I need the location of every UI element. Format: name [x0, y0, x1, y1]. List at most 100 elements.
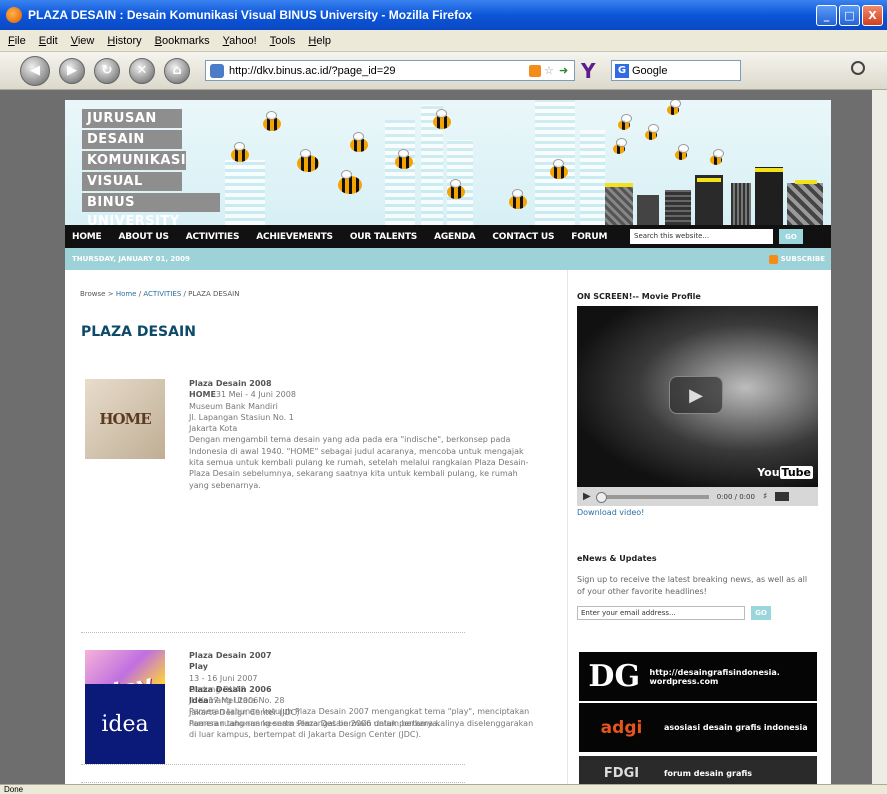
- volume-icon[interactable]: ♯: [763, 492, 767, 502]
- title-bar: PLAZA DESAIN : Desain Komunikasi Visual …: [0, 0, 887, 30]
- department-logo[interactable]: JURUSAN DESAIN KOMUNIKASI VISUAL BINUS U…: [82, 109, 220, 225]
- menu-tools[interactable]: Tools: [270, 35, 296, 47]
- event-title[interactable]: Plaza Desain 2008: [189, 378, 535, 389]
- event-thumbnail[interactable]: HOME: [85, 379, 165, 459]
- rss-icon: [768, 254, 778, 264]
- menu-yahoo[interactable]: Yahoo!: [223, 35, 257, 47]
- header-building: [225, 160, 265, 225]
- bee-illustration: [263, 111, 281, 131]
- thumbnail-text: idea: [101, 711, 149, 737]
- download-video-link[interactable]: Download video!: [577, 508, 644, 517]
- nav-agenda[interactable]: AGENDA: [434, 232, 475, 242]
- email-go-button[interactable]: GO: [751, 606, 771, 620]
- logo-line: VISUAL: [82, 172, 182, 191]
- bee-illustration: [338, 170, 362, 194]
- nav-about-us[interactable]: ABOUT US: [119, 232, 169, 242]
- event-address: Jl. Lapangan Stasiun No. 1: [189, 412, 294, 422]
- nav-our-talents[interactable]: OUR TALENTS: [350, 232, 417, 242]
- maximize-button[interactable]: □: [839, 5, 860, 26]
- skyline-tower: [755, 167, 783, 225]
- reload-button[interactable]: ↻: [94, 57, 120, 84]
- event-venue: Museum Bank Mandiri: [189, 401, 278, 411]
- forward-button[interactable]: ▶: [59, 57, 85, 84]
- main-navigation: HOME ABOUT US ACTIVITIES ACHIEVEMENTS OU…: [65, 225, 831, 248]
- bee-illustration: [447, 179, 465, 199]
- bee-illustration: [509, 189, 527, 209]
- search-engine-label: Google: [632, 64, 668, 77]
- play-icon[interactable]: ▶: [583, 491, 591, 502]
- home-button[interactable]: ⌂: [164, 57, 190, 84]
- breadcrumb: Browse > Home / ACTIVITIES / PLAZA DESAI…: [80, 290, 239, 298]
- tower-label: [697, 178, 721, 182]
- breadcrumb-home-link[interactable]: Home: [116, 290, 137, 298]
- thumbnail-text: HOME: [99, 410, 151, 428]
- bookmark-star-icon[interactable]: ☆: [544, 65, 556, 77]
- youtube-logo[interactable]: You Tube: [757, 466, 813, 479]
- ad-banner-dg[interactable]: DG http://desaingrafisindonesia. wordpre…: [579, 652, 817, 701]
- window-title: PLAZA DESAIN : Desain Komunikasi Visual …: [28, 8, 473, 22]
- menu-edit[interactable]: Edit: [39, 35, 58, 47]
- nav-achievements[interactable]: ACHIEVEMENTS: [256, 232, 333, 242]
- google-icon[interactable]: G: [615, 63, 629, 78]
- minimize-button[interactable]: _: [816, 5, 837, 26]
- fdgi-logo: FDGI: [603, 765, 640, 781]
- skyline-tower: [637, 195, 659, 225]
- bee-illustration: [395, 149, 413, 169]
- play-overlay-icon[interactable]: ▶: [669, 376, 723, 414]
- subscribe-label: SUBSCRIBE: [780, 255, 825, 263]
- page-title: PLAZA DESAIN: [81, 324, 196, 340]
- stop-button[interactable]: ✕: [129, 57, 155, 84]
- email-field[interactable]: Enter your email address...: [577, 606, 745, 620]
- bee-illustration: [350, 132, 368, 152]
- nav-home[interactable]: HOME: [72, 232, 102, 242]
- rss-feed-icon[interactable]: [529, 64, 541, 77]
- nav-forum[interactable]: FORUM: [571, 232, 607, 242]
- event-thumbnail[interactable]: idea: [85, 684, 165, 764]
- bee-illustration: [433, 109, 451, 129]
- yahoo-toolbar-icon[interactable]: Y: [581, 60, 603, 82]
- close-button[interactable]: X: [862, 5, 883, 26]
- video-heading: ON SCREEN!-- Movie Profile: [577, 292, 701, 301]
- site-search-go-button[interactable]: GO: [779, 229, 803, 244]
- video-time: 0:00 / 0:00: [716, 492, 755, 501]
- event-date: 31 Mei - 4 Juni 2008: [215, 390, 296, 400]
- bee-illustration: [618, 114, 632, 130]
- search-engine-box[interactable]: G Google: [611, 60, 741, 81]
- event-title[interactable]: Plaza Desain 2006: [189, 684, 535, 695]
- vertical-scrollbar[interactable]: [872, 90, 887, 784]
- video-player[interactable]: ▶ You Tube ▶ 0:00 / 0:00 ♯: [577, 306, 818, 506]
- menu-bookmarks[interactable]: Bookmarks: [155, 35, 210, 47]
- back-button[interactable]: ◀: [20, 55, 50, 86]
- logo-line: KOMUNIKASI: [82, 151, 187, 170]
- bee-illustration: [667, 100, 681, 115]
- menu-view[interactable]: View: [71, 35, 95, 47]
- site-search-input[interactable]: Search this website...: [630, 229, 773, 244]
- logo-line: BINUS UNIVERSITY: [82, 193, 220, 225]
- header-building: [385, 120, 415, 225]
- entry-divider: [81, 632, 465, 633]
- bee-illustration: [645, 124, 659, 140]
- breadcrumb-current: PLAZA DESAIN: [188, 290, 240, 298]
- event-title[interactable]: Plaza Desain 2007: [189, 650, 535, 661]
- nav-activities[interactable]: ACTIVITIES: [186, 232, 240, 242]
- nav-contact-us[interactable]: CONTACT US: [492, 232, 554, 242]
- adgi-logo: adgi: [600, 717, 643, 738]
- breadcrumb-separator: /: [138, 290, 142, 298]
- youtube-you: You: [757, 466, 780, 479]
- fullscreen-icon[interactable]: [775, 492, 790, 501]
- url-bar[interactable]: http://dkv.binus.ac.id/?page_id=29 ☆ ➜: [205, 60, 575, 81]
- menu-history[interactable]: History: [107, 35, 141, 47]
- subscribe-link[interactable]: SUBSCRIBE: [768, 248, 825, 270]
- event-theme: HOME: [189, 390, 216, 400]
- menu-file[interactable]: File: [8, 35, 26, 47]
- ad-banner-fdgi[interactable]: FDGI forum desain grafis: [579, 756, 817, 784]
- event-date: 13 - 16 Juni 2007: [189, 673, 258, 683]
- breadcrumb-activities-link[interactable]: ACTIVITIES: [143, 290, 181, 298]
- go-arrow-icon[interactable]: ➜: [559, 65, 571, 77]
- menu-help[interactable]: Help: [308, 35, 331, 47]
- browser-window: PLAZA DESAIN : Desain Komunikasi Visual …: [0, 0, 887, 794]
- search-icon[interactable]: [851, 61, 865, 75]
- ad-banner-adgi[interactable]: adgi asosiasi desain grafis indonesia: [579, 703, 817, 752]
- progress-slider[interactable]: [595, 491, 709, 503]
- site-header: JURUSAN DESAIN KOMUNIKASI VISUAL BINUS U…: [65, 100, 831, 225]
